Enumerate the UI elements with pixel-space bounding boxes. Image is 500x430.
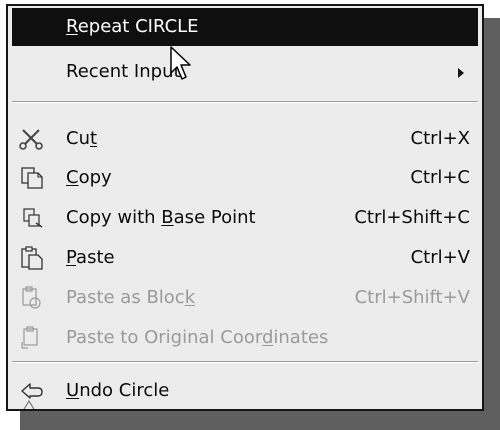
access-key: U <box>66 380 80 401</box>
menu-item-undo-circle[interactable]: Undo Circle <box>12 372 478 409</box>
menu-separator <box>12 361 478 363</box>
menu-item-copy[interactable]: Copy Ctrl+C <box>12 159 478 197</box>
access-key: R <box>66 16 78 37</box>
access-key: P <box>66 247 77 268</box>
menu-item-label: Recent Input <box>66 61 181 82</box>
menu-item-label: Copy with Base Point <box>66 207 256 228</box>
menu-item-paste[interactable]: Paste Ctrl+V <box>12 239 478 277</box>
paste-to-original-coordinates-icon <box>21 326 38 349</box>
context-menu: Repeat CIRCLE Recent Input Cut Ctrl+X Co… <box>6 4 484 411</box>
menu-item-label: Undo Circle <box>66 380 170 401</box>
access-key: B <box>161 207 174 228</box>
paste-as-block-icon <box>22 286 41 309</box>
menu-item-label: Paste to Original Coordinates <box>66 327 329 348</box>
menu-separator <box>12 101 478 103</box>
menu-item-paste-to-original-coordinates[interactable]: Paste to Original Coordinates <box>12 319 478 357</box>
mouse-cursor-icon <box>170 46 191 80</box>
cut-icon <box>19 129 43 150</box>
menu-item-paste-as-block[interactable]: Paste as Block Ctrl+Shift+V <box>12 279 478 317</box>
menu-item-label: Repeat CIRCLE <box>66 16 199 37</box>
copy-icon <box>21 167 43 189</box>
menu-item-label: Copy <box>66 167 112 188</box>
menu-item-shortcut: Ctrl+Shift+V <box>354 287 470 308</box>
menu-item-recent-input[interactable]: Recent Input <box>12 53 478 91</box>
menu-item-shortcut: Ctrl+Shift+C <box>354 207 470 228</box>
menu-item-shortcut: Ctrl+V <box>410 247 470 268</box>
menu-item-shortcut: Ctrl+C <box>410 167 470 188</box>
menu-item-label: Paste as Block <box>66 287 196 308</box>
access-key: d <box>261 327 274 348</box>
copy-base-point-icon <box>23 208 43 228</box>
access-key: k <box>184 287 196 308</box>
menu-item-shortcut: Ctrl+X <box>410 128 470 149</box>
menu-item-label: Paste <box>66 247 115 268</box>
paste-icon <box>21 246 43 270</box>
partial-menu-icon <box>23 399 35 409</box>
menu-item-repeat-circle[interactable]: Repeat CIRCLE <box>12 8 478 46</box>
submenu-arrow-icon <box>458 68 464 78</box>
menu-item-cut[interactable]: Cut Ctrl+X <box>12 120 478 158</box>
menu-item-copy-with-base-point[interactable]: Copy with Base Point Ctrl+Shift+C <box>12 199 478 237</box>
access-key: C <box>66 167 79 188</box>
menu-item-label: Cut <box>66 128 98 149</box>
access-key: t <box>89 128 98 149</box>
